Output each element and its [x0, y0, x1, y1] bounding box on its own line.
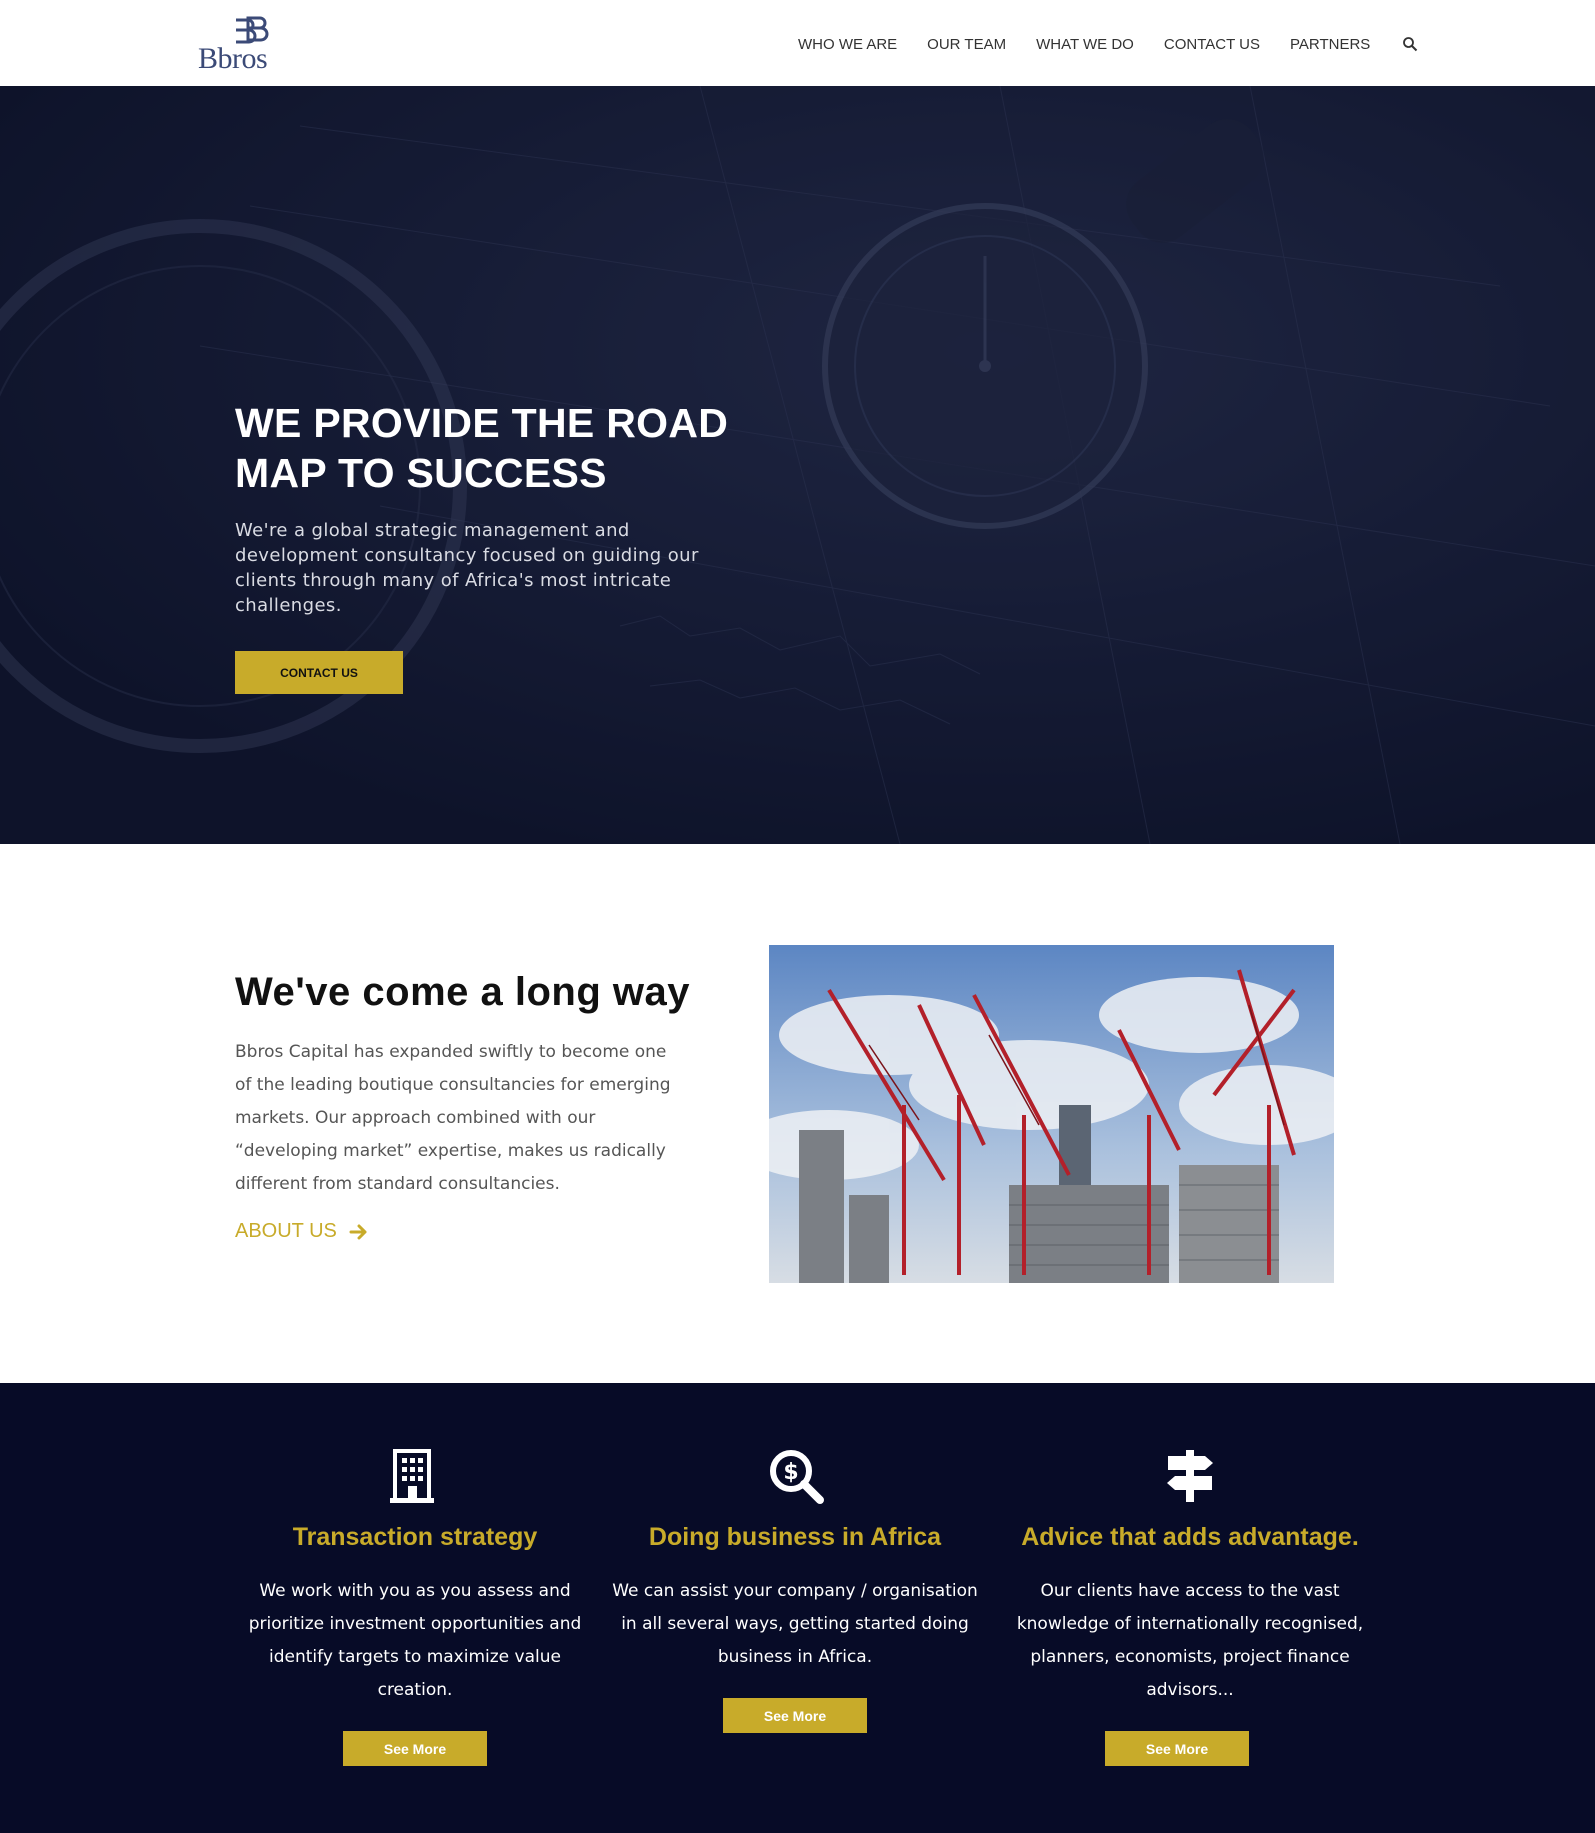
service-title: Advice that adds advantage. — [1021, 1523, 1359, 1551]
see-more-button[interactable]: See More — [1105, 1731, 1249, 1766]
dollar-search-icon: $ — [770, 1450, 824, 1504]
svg-text:$: $ — [783, 1460, 798, 1485]
signpost-icon — [1167, 1450, 1213, 1502]
brand-logo[interactable]: Bbros — [196, 14, 276, 75]
services-section: Transaction strategy We work with you as… — [0, 1383, 1595, 1833]
nav-partners[interactable]: PARTNERS — [1290, 36, 1370, 53]
building-icon — [390, 1449, 434, 1503]
service-text: We can assist your company / organisatio… — [612, 1581, 978, 1667]
arrow-right-icon — [349, 1224, 367, 1239]
about-title: We've come a long way — [235, 970, 690, 1014]
nav-our-team[interactable]: OUR TEAM — [927, 36, 1006, 53]
about-section: We've come a long way Bbros Capital has … — [0, 844, 1595, 1383]
nav-contact-us[interactable]: CONTACT US — [1164, 36, 1260, 53]
hero-section: WE PROVIDE THE ROAD MAP TO SUCCESS We're… — [0, 86, 1595, 844]
service-title: Doing business in Africa — [648, 1523, 942, 1551]
main-nav: WHO WE ARE OUR TEAM WHAT WE DO CONTACT U… — [798, 34, 1418, 54]
hero-title: WE PROVIDE THE ROAD MAP TO SUCCESS — [235, 398, 775, 498]
see-more-button[interactable]: See More — [343, 1731, 487, 1766]
nav-what-we-do[interactable]: WHAT WE DO — [1036, 36, 1134, 53]
site-header: Bbros WHO WE ARE OUR TEAM WHAT WE DO CON… — [0, 0, 1595, 86]
see-more-button[interactable]: See More — [723, 1698, 867, 1733]
nav-who-we-are[interactable]: WHO WE ARE — [798, 36, 897, 53]
hero-title-line-2: MAP TO SUCCESS — [235, 450, 607, 496]
about-text: Bbros Capital has expanded swiftly to be… — [235, 1042, 671, 1194]
hero-contact-button[interactable]: CONTACT US — [235, 651, 403, 694]
about-us-link[interactable]: ABOUT US — [235, 1220, 369, 1243]
hero-title-line-1: WE PROVIDE THE ROAD — [235, 400, 729, 446]
about-us-link-label: ABOUT US — [235, 1220, 337, 1242]
hero-description: We're a global strategic management and … — [235, 520, 699, 616]
service-title: Transaction strategy — [292, 1523, 538, 1551]
service-text: We work with you as you assess and prior… — [248, 1581, 582, 1700]
service-text: Our clients have access to the vast know… — [1016, 1581, 1364, 1700]
search-icon[interactable] — [1402, 36, 1418, 52]
construction-cranes-photo — [769, 945, 1334, 1283]
logo-text: Bbros — [198, 42, 268, 75]
